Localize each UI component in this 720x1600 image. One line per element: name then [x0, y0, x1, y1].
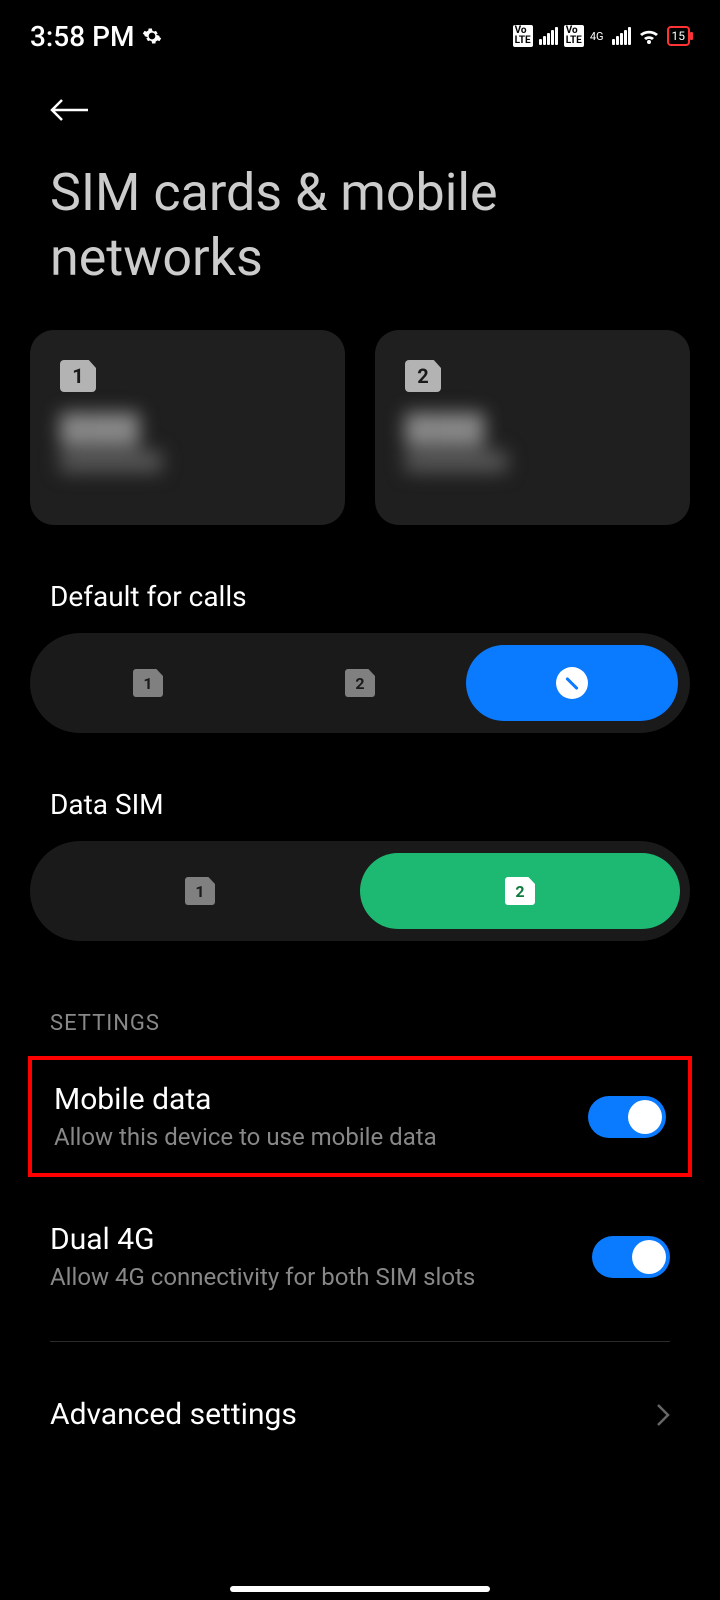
sim-card-2[interactable]: 2 ████ ████████: [375, 330, 690, 525]
signal-icon-2: [612, 27, 631, 45]
sim-card-1[interactable]: 1 ████ ████████: [30, 330, 345, 525]
sim-chip-icon: 2: [505, 877, 535, 905]
dual-4g-title: Dual 4G: [50, 1222, 592, 1257]
data-sim-1[interactable]: 1: [40, 853, 360, 929]
default-calls-not-set[interactable]: [466, 645, 678, 721]
back-button[interactable]: [50, 90, 100, 130]
chevron-right-icon: [656, 1403, 670, 1427]
dual-4g-text: Dual 4G Allow 4G connectivity for both S…: [50, 1222, 592, 1291]
volte-icon-1: VoLTE: [513, 25, 533, 47]
mobile-data-text: Mobile data Allow this device to use mob…: [54, 1082, 588, 1151]
sim-2-details-redacted: ████ ████████: [405, 412, 660, 472]
sim-cards-container: 1 ████ ████████ 2 ████ ████████: [0, 330, 720, 525]
sim-chip-icon: 1: [133, 669, 163, 697]
status-right: VoLTE VoLTE 4G 15: [513, 25, 690, 47]
data-sim-label: Data SIM: [50, 788, 670, 821]
data-sim-selector: 1 2: [30, 841, 690, 941]
settings-section-header: SETTINGS: [50, 1011, 670, 1036]
mobile-data-subtitle: Allow this device to use mobile data: [54, 1123, 588, 1151]
arrow-left-icon: [50, 98, 90, 122]
gear-icon: [142, 26, 162, 46]
default-calls-sim-1[interactable]: 1: [42, 645, 254, 721]
mobile-data-title: Mobile data: [54, 1082, 588, 1117]
mobile-data-row[interactable]: Mobile data Allow this device to use mob…: [32, 1060, 688, 1173]
battery-icon: 15: [667, 26, 691, 46]
signal-icon-1: [539, 27, 558, 45]
sim-chip-icon: 2: [345, 669, 375, 697]
dual-4g-toggle[interactable]: [592, 1236, 670, 1278]
divider: [50, 1341, 670, 1342]
wifi-icon: [637, 26, 661, 46]
default-calls-label: Default for calls: [50, 580, 670, 613]
mobile-data-highlight: Mobile data Allow this device to use mob…: [28, 1056, 692, 1177]
data-sim-2[interactable]: 2: [360, 853, 680, 929]
network-type-label: 4G: [590, 31, 606, 42]
mobile-data-toggle[interactable]: [588, 1096, 666, 1138]
sim-chip-icon: 1: [185, 877, 215, 905]
default-calls-sim-2[interactable]: 2: [254, 645, 466, 721]
default-calls-selector: 1 2: [30, 633, 690, 733]
status-bar: 3:58 PM VoLTE VoLTE 4G 15: [0, 0, 720, 60]
advanced-settings-row[interactable]: Advanced settings: [0, 1367, 720, 1462]
clock: 3:58 PM: [30, 20, 134, 53]
dual-4g-row[interactable]: Dual 4G Allow 4G connectivity for both S…: [0, 1197, 720, 1316]
sim-1-details-redacted: ████ ████████: [60, 412, 315, 472]
dual-4g-subtitle: Allow 4G connectivity for both SIM slots: [50, 1263, 592, 1291]
not-set-icon: [556, 667, 588, 699]
volte-icon-2: VoLTE: [564, 25, 584, 47]
home-indicator[interactable]: [230, 1586, 490, 1592]
status-left: 3:58 PM: [30, 20, 162, 53]
sim-chip-icon: 2: [405, 360, 441, 392]
battery-level: 15: [672, 29, 686, 43]
advanced-settings-title: Advanced settings: [50, 1397, 297, 1432]
sim-chip-icon: 1: [60, 360, 96, 392]
page-title: SIM cards & mobile networks: [50, 160, 670, 290]
